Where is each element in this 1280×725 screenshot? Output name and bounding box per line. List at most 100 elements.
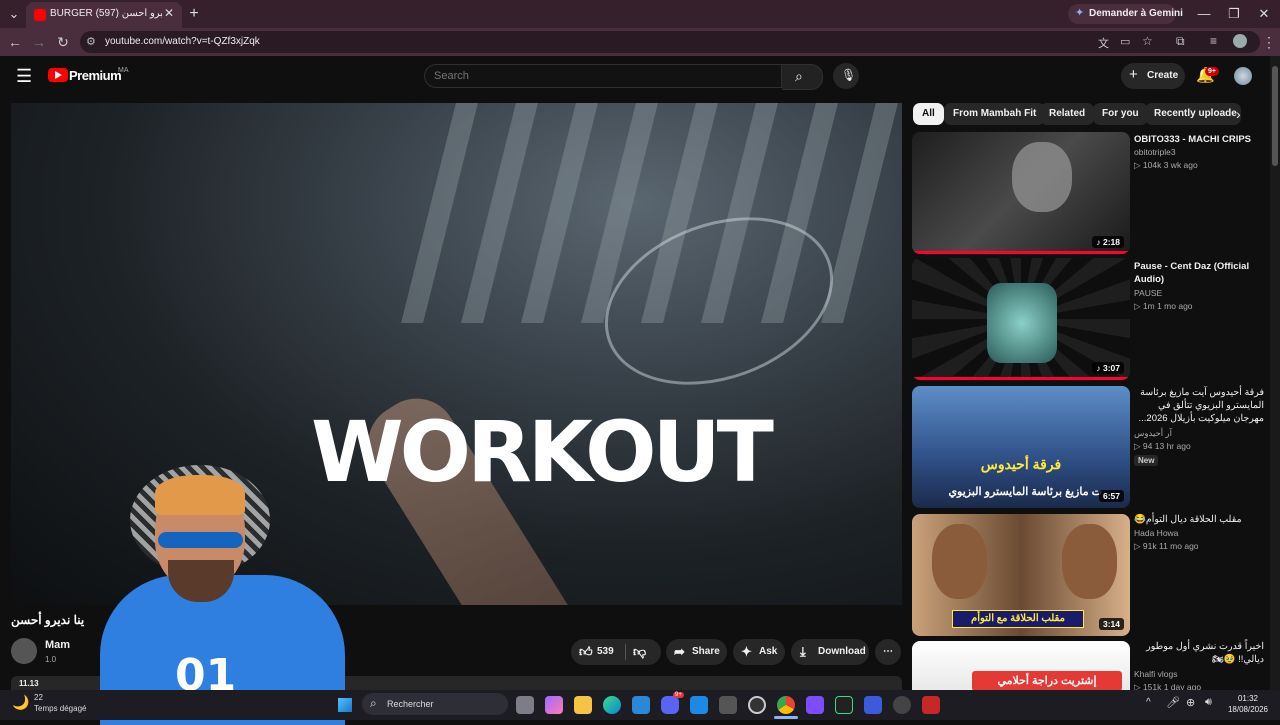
taskbar-search-box[interactable]: ⌕ Rechercher: [362, 693, 508, 715]
back-icon[interactable]: ←: [4, 31, 26, 53]
windows-start-icon[interactable]: [338, 698, 352, 712]
page-scrollbar[interactable]: [1270, 56, 1280, 690]
tab-title: BURGER جربنا نديرو أحسن (597): [50, 8, 162, 19]
browser-tab-active[interactable]: BURGER جربنا نديرو أحسن (597) ✕: [26, 2, 182, 28]
chip-related[interactable]: Related: [1040, 103, 1095, 125]
reload-icon[interactable]: ↻: [52, 31, 74, 53]
address-bar[interactable]: ⚙ youtube.com/watch?v=t-QZf3xjZqk 文 ▭ ☆ …: [80, 31, 1260, 53]
voice-search-button[interactable]: 🎙: [833, 63, 859, 89]
weather-moon-icon[interactable]: 🌙: [12, 694, 29, 711]
rec-channel[interactable]: Khalfi vlogs: [1134, 668, 1264, 681]
rec-title[interactable]: OBITO333 - MACHI CRIPS: [1134, 133, 1264, 146]
window-close-icon[interactable]: ✕: [1250, 0, 1278, 28]
forward-icon[interactable]: →: [28, 31, 50, 53]
subscriber-count: 1.0: [45, 655, 57, 664]
mail-icon[interactable]: [690, 696, 708, 714]
youtube-favicon-icon: [34, 9, 46, 21]
restore-icon[interactable]: ❐: [1220, 0, 1248, 28]
terminal-app-icon[interactable]: [835, 696, 853, 714]
media-app-icon[interactable]: [922, 696, 940, 714]
hamburger-menu-icon[interactable]: ☰: [16, 66, 32, 87]
rec-channel[interactable]: PAUSE: [1134, 287, 1264, 300]
youtube-logo-icon[interactable]: [48, 68, 68, 82]
profile-avatar[interactable]: [1233, 34, 1247, 48]
steam-icon[interactable]: [893, 696, 911, 714]
capture-icon[interactable]: [719, 696, 737, 714]
chip-recently-uploaded[interactable]: Recently uploade: [1145, 103, 1241, 125]
network-icon[interactable]: ⊕: [1186, 696, 1195, 709]
notification-count-badge: 9+: [1205, 67, 1219, 76]
chat-app-icon[interactable]: [864, 696, 882, 714]
taskbar-time[interactable]: 01:32: [1226, 694, 1270, 703]
create-button[interactable]: + Create: [1121, 63, 1185, 89]
reading-list-icon[interactable]: ≡: [1210, 34, 1217, 48]
views-play-icon: ▷: [1134, 441, 1143, 451]
download-button[interactable]: ⤓ Download: [791, 639, 869, 665]
chip-all[interactable]: All: [913, 103, 944, 125]
views-play-icon: ▷: [1134, 682, 1143, 690]
new-tab-icon[interactable]: +: [180, 0, 208, 28]
tray-chevron-icon[interactable]: ^: [1146, 697, 1151, 708]
copilot-icon[interactable]: [545, 696, 563, 714]
minimize-icon[interactable]: —: [1190, 0, 1218, 28]
thumb-face-shape: [1062, 524, 1117, 599]
rec-channel[interactable]: آر أحيدوس: [1134, 427, 1264, 440]
clock-app-icon[interactable]: [748, 696, 766, 714]
search-button[interactable]: ⌕: [782, 64, 823, 90]
extensions-icon[interactable]: ⧉: [1176, 34, 1185, 49]
site-info-icon[interactable]: ⚙: [86, 35, 96, 48]
active-app-indicator: [774, 716, 798, 719]
rec-thumbnail[interactable]: ♪ 3:07: [912, 258, 1130, 380]
chip-from-mambah-fit[interactable]: From Mambah Fit: [944, 103, 1046, 125]
scrollbar-thumb[interactable]: [1272, 66, 1278, 166]
task-view-icon[interactable]: [516, 696, 534, 714]
mic-tray-icon[interactable]: 🎤︎: [1166, 696, 1180, 709]
bookmark-star-icon[interactable]: ☆: [1142, 34, 1153, 48]
search-input[interactable]: [424, 64, 782, 88]
duration-badge: 6:57: [1098, 490, 1124, 502]
translate-icon[interactable]: 文: [1098, 35, 1109, 51]
rec-thumbnail[interactable]: ♪ 2:18: [912, 132, 1130, 254]
ask-button[interactable]: ✦ Ask: [733, 639, 785, 665]
edge-icon[interactable]: [603, 696, 621, 714]
rec-title[interactable]: Pause - Cent Daz (Official Audio): [1134, 260, 1264, 286]
rec-thumbnail[interactable]: إشتريت دراجة أحلامي: [912, 641, 1130, 690]
ask-label: Ask: [759, 646, 778, 657]
chrome-menu-icon[interactable]: ⋮: [1258, 31, 1280, 53]
taskbar-date[interactable]: 18/08/2026: [1222, 705, 1274, 714]
like-icon[interactable]: 👍︎: [579, 639, 593, 665]
duration-badge: ♪ 2:18: [1092, 236, 1124, 248]
rec-thumbnail[interactable]: فرقة أحيدوس ت مازيغ برئاسة المايسترو الب…: [912, 386, 1130, 508]
channel-name[interactable]: Mam: [45, 639, 70, 651]
volume-icon[interactable]: 🔊︎: [1205, 696, 1212, 709]
rec-channel[interactable]: obitotriple3: [1134, 146, 1264, 159]
discord-icon[interactable]: [661, 696, 679, 714]
chrome-taskbar-icon[interactable]: [777, 696, 795, 714]
rec-title[interactable]: اخيراً قدرت نشري أول موطور ديالي!! 🥹🏍: [1134, 640, 1264, 666]
rec-channel[interactable]: Hada Howa: [1134, 527, 1264, 540]
gemini-button[interactable]: ✦ Demander à Gemini: [1068, 4, 1183, 24]
rec-title[interactable]: فرقة أحيدوس آيت مازيغ برئاسة المايسترو ا…: [1134, 386, 1264, 425]
cast-icon[interactable]: ▭: [1120, 35, 1130, 48]
share-icon: ➦: [674, 644, 685, 659]
dislike-icon[interactable]: 👎︎: [633, 639, 646, 665]
premium-logo-text[interactable]: Premium: [69, 68, 122, 83]
more-actions-icon[interactable]: ⋯: [875, 639, 901, 665]
audio-note-icon: ♪: [1096, 237, 1103, 247]
share-button[interactable]: ➦ Share: [666, 639, 727, 665]
gamepad-icon[interactable]: [806, 696, 824, 714]
like-count: 539: [597, 646, 614, 657]
chips-next-chevron-icon[interactable]: ›: [1236, 106, 1241, 122]
account-avatar[interactable]: [1234, 67, 1252, 85]
download-icon: ⤓: [800, 644, 806, 659]
tab-close-icon[interactable]: ✕: [164, 6, 174, 20]
chip-for-you[interactable]: For you: [1093, 103, 1148, 125]
rec-title[interactable]: مقلب الحلاقة ديال التوأم😂: [1134, 513, 1264, 526]
tab-search-chevron-icon[interactable]: ⌄: [0, 0, 28, 28]
download-label: Download: [818, 646, 866, 657]
store-icon[interactable]: [632, 696, 650, 714]
thumb-caption: ت مازيغ برئاسة المايسترو البزيوي: [948, 486, 1102, 498]
rec-thumbnail[interactable]: مقلب الحلاقة مع التوأم 3:14: [912, 514, 1130, 636]
file-explorer-icon[interactable]: [574, 696, 592, 714]
channel-avatar[interactable]: [11, 638, 37, 664]
